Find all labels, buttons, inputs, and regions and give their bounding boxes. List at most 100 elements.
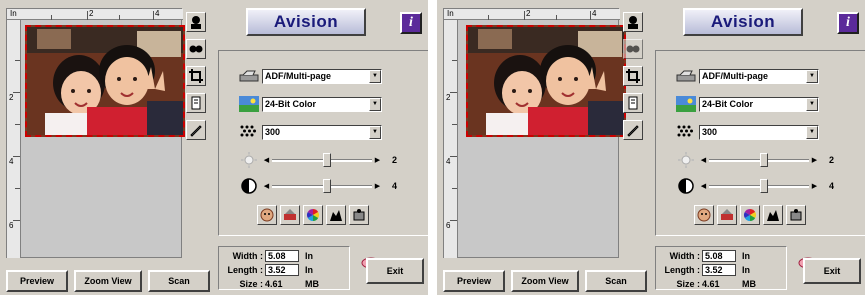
zoom-view-button[interactable]: Zoom View: [511, 270, 579, 292]
face-icon[interactable]: [694, 205, 714, 225]
preview-area[interactable]: In 2 4 2 4 6: [443, 8, 626, 258]
crop-icon[interactable]: [623, 66, 643, 86]
exit-button[interactable]: Exit: [803, 258, 861, 284]
pencil-icon[interactable]: [186, 120, 206, 140]
ruler-mark-left-4: 4: [446, 157, 451, 166]
histogram-icon[interactable]: [763, 205, 783, 225]
scan-button[interactable]: Scan: [585, 270, 647, 292]
ruler-unit: In: [10, 9, 17, 18]
tool-column: [186, 12, 206, 147]
avision-logo-button[interactable]: Avision: [683, 8, 803, 36]
size-label: Size :: [676, 279, 700, 289]
info-icon[interactable]: i: [837, 12, 859, 34]
slider-left-arrow[interactable]: ◀: [262, 155, 271, 166]
pencil-icon[interactable]: [623, 120, 643, 140]
contrast-value: 4: [392, 181, 398, 191]
chevron-down-icon[interactable]: ▼: [369, 97, 381, 111]
length-row: Length : 3.52 In: [223, 264, 313, 276]
face-icon[interactable]: [257, 205, 277, 225]
slider-right-arrow[interactable]: ▶: [373, 181, 382, 192]
chevron-down-icon[interactable]: ▼: [806, 97, 818, 111]
scanner-window-right: In 2 4 2 4 6 Avision i ADF/Multi-page ▼ …: [437, 0, 865, 295]
chevron-down-icon[interactable]: ▼: [806, 125, 818, 139]
chevron-down-icon[interactable]: ▼: [369, 125, 381, 139]
flip-icon[interactable]: [186, 39, 206, 59]
color-wheel-icon[interactable]: [303, 205, 323, 225]
preview-button[interactable]: Preview: [6, 270, 68, 292]
contrast-slider-thumb[interactable]: [323, 179, 331, 193]
size-row: Size : 4.61 MB: [223, 278, 319, 290]
contrast-slider[interactable]: ◀ ▶: [699, 179, 819, 193]
brightness-slider-thumb[interactable]: [760, 153, 768, 167]
resolution-select[interactable]: 300 ▼: [699, 124, 819, 140]
brightness-slider-thumb[interactable]: [323, 153, 331, 167]
ruler-mark-2: 2: [89, 9, 94, 18]
document-icon[interactable]: [186, 93, 206, 113]
fx-color-icon[interactable]: [717, 205, 737, 225]
avision-logo-button[interactable]: Avision: [246, 8, 366, 36]
histogram-icon[interactable]: [326, 205, 346, 225]
size-panel: Width : 5.08 In Length : 3.52 In Size : …: [218, 246, 350, 290]
ruler-mark-left-6: 6: [9, 221, 14, 230]
ruler-mark-4: 4: [592, 9, 597, 18]
image-type-row: 24-Bit Color ▼: [239, 95, 382, 113]
chevron-down-icon[interactable]: ▼: [369, 69, 381, 83]
slider-right-arrow[interactable]: ▶: [810, 155, 819, 166]
slider-right-arrow[interactable]: ▶: [810, 181, 819, 192]
scanner-window-left: In 2 4 2 4 6 Avision i ADF/Multi-page ▼ …: [0, 0, 428, 295]
brightness-slider[interactable]: ◀ ▶: [699, 153, 819, 167]
document-icon[interactable]: [623, 93, 643, 113]
image-type-select[interactable]: 24-Bit Color ▼: [699, 96, 819, 112]
ruler-top: In 2 4: [7, 9, 183, 20]
scan-button[interactable]: Scan: [148, 270, 210, 292]
length-field[interactable]: 3.52: [702, 264, 736, 276]
settings-icon[interactable]: [349, 205, 369, 225]
slider-right-arrow[interactable]: ▶: [373, 155, 382, 166]
info-icon[interactable]: i: [400, 12, 422, 34]
image-type-select[interactable]: 24-Bit Color ▼: [262, 96, 382, 112]
color-wheel-icon[interactable]: [740, 205, 760, 225]
flip-icon[interactable]: [623, 39, 643, 59]
width-unit: In: [742, 251, 750, 261]
scanner-silhouette-icon[interactable]: [623, 12, 643, 32]
ruler-mark-left-2: 2: [446, 93, 451, 102]
scan-source-row: ADF/Multi-page ▼: [676, 67, 819, 85]
image-enhancement-row: [694, 205, 809, 225]
preview-area[interactable]: In 2 4 2 4 6: [6, 8, 185, 258]
length-unit: In: [305, 265, 313, 275]
adf-scanner-icon: [239, 70, 259, 82]
scan-source-select[interactable]: ADF/Multi-page ▼: [699, 68, 819, 84]
size-value: 4.61: [265, 279, 283, 289]
exit-button[interactable]: Exit: [366, 258, 424, 284]
crop-icon[interactable]: [186, 66, 206, 86]
brightness-slider[interactable]: ◀ ▶: [262, 153, 382, 167]
scanner-silhouette-icon[interactable]: [186, 12, 206, 32]
preview-button[interactable]: Preview: [443, 270, 505, 292]
width-field[interactable]: 5.08: [702, 250, 736, 262]
size-panel: Width : 5.08 In Length : 3.52 In Size : …: [655, 246, 787, 290]
preview-image: [25, 25, 185, 137]
ruler-top: In 2 4: [444, 9, 620, 20]
ruler-mark-left-2: 2: [9, 93, 14, 102]
width-field[interactable]: 5.08: [265, 250, 299, 262]
brightness-row: ◀ ▶ 2: [239, 151, 397, 169]
contrast-slider[interactable]: ◀ ▶: [262, 179, 382, 193]
size-value: 4.61: [702, 279, 720, 289]
contrast-icon: [678, 178, 694, 194]
size-label: Size :: [239, 279, 263, 289]
scan-source-select[interactable]: ADF/Multi-page ▼: [262, 68, 382, 84]
settings-icon[interactable]: [786, 205, 806, 225]
ruler-unit: In: [447, 9, 454, 18]
chevron-down-icon[interactable]: ▼: [806, 69, 818, 83]
zoom-view-button[interactable]: Zoom View: [74, 270, 142, 292]
slider-left-arrow[interactable]: ◀: [699, 181, 708, 192]
ruler-left: 2 4 6: [7, 20, 21, 258]
length-field[interactable]: 3.52: [265, 264, 299, 276]
slider-left-arrow[interactable]: ◀: [262, 181, 271, 192]
resolution-select[interactable]: 300 ▼: [262, 124, 382, 140]
length-row: Length : 3.52 In: [660, 264, 750, 276]
ruler-left: 2 4 6: [444, 20, 458, 258]
slider-left-arrow[interactable]: ◀: [699, 155, 708, 166]
fx-color-icon[interactable]: [280, 205, 300, 225]
contrast-slider-thumb[interactable]: [760, 179, 768, 193]
